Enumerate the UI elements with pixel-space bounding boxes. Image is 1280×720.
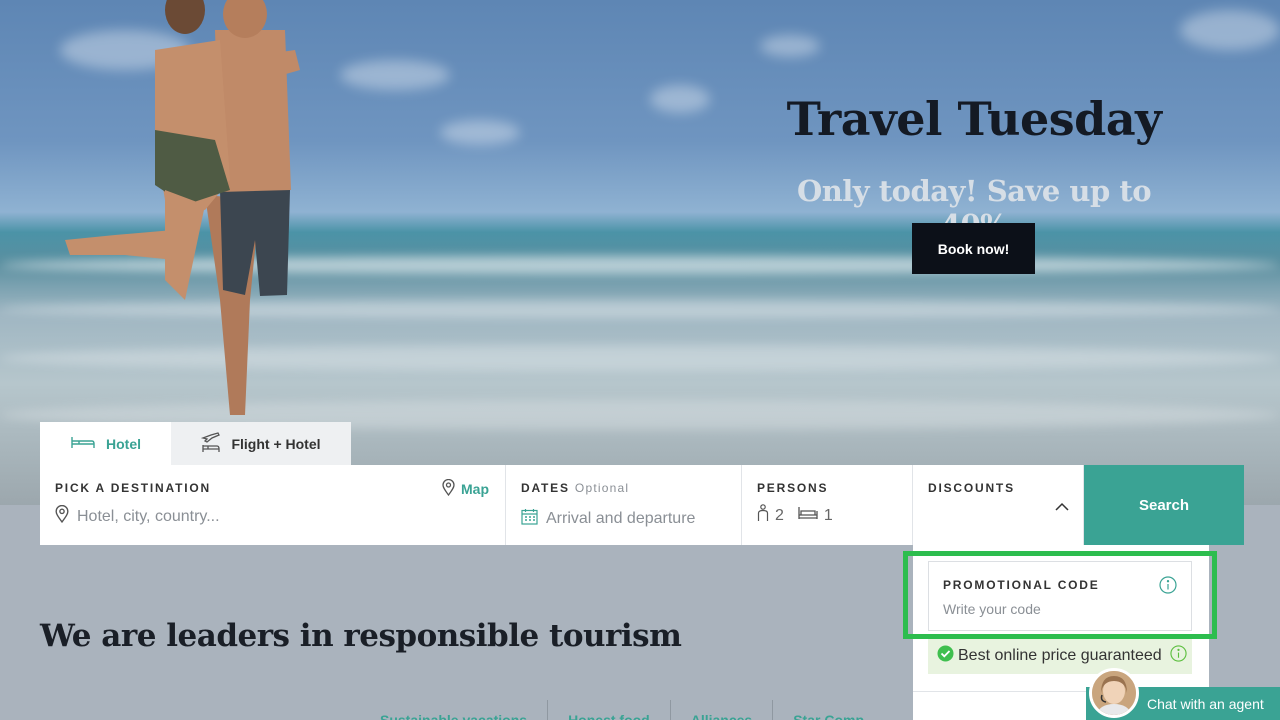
destination-label: PICK A DESTINATION: [55, 481, 211, 495]
book-now-button[interactable]: Book now!: [912, 223, 1035, 274]
couple-photo: [65, 0, 300, 415]
dates-optional: Optional: [574, 481, 630, 495]
tab-hotel[interactable]: Hotel: [40, 422, 171, 465]
hero-title: Travel Tuesday: [786, 92, 1162, 146]
link-sustainable-vacations[interactable]: Sustainable vacations: [360, 700, 547, 720]
link-honest-food[interactable]: Honest food: [547, 700, 670, 720]
section-links: Sustainable vacations Honest food Allian…: [360, 700, 884, 720]
info-icon[interactable]: [1159, 576, 1177, 599]
discounts-field[interactable]: DISCOUNTS: [913, 465, 1084, 545]
persons-label: PERSONS: [757, 481, 829, 495]
destination-field[interactable]: PICK A DESTINATION Map Hotel, city, coun…: [40, 465, 506, 545]
dates-label: DATES Optional: [521, 481, 726, 495]
rooms-count: 1: [823, 506, 833, 524]
person-icon: [757, 504, 769, 527]
map-link[interactable]: Map: [442, 478, 489, 499]
dates-label-text: DATES: [521, 481, 570, 495]
tab-flight-hotel[interactable]: Flight + Hotel: [171, 422, 351, 465]
map-label: Map: [461, 481, 489, 497]
promo-code-input[interactable]: [943, 601, 1143, 617]
link-alliances[interactable]: Alliances: [669, 700, 772, 720]
persons-count: 2: [775, 506, 784, 524]
search-button[interactable]: Search: [1084, 465, 1244, 545]
chat-label: Chat with an agent: [1147, 695, 1264, 712]
price-guarantee-banner: Best online price guaranteed: [928, 638, 1192, 674]
destination-input[interactable]: Hotel, city, country...: [77, 508, 220, 526]
check-circle-icon: [937, 645, 954, 667]
plane-bed-icon: [201, 431, 221, 456]
map-pin-icon: [442, 478, 455, 499]
search-bar: PICK A DESTINATION Map Hotel, city, coun…: [40, 465, 1244, 545]
bed-icon: [70, 435, 96, 452]
tab-flight-hotel-label: Flight + Hotel: [231, 435, 321, 452]
dates-input[interactable]: Arrival and departure: [546, 510, 695, 528]
section-title: We are leaders in responsible tourism: [40, 618, 682, 654]
tab-hotel-label: Hotel: [106, 435, 141, 452]
bed-icon: [798, 506, 818, 525]
promo-code-box: PROMOTIONAL CODE: [928, 561, 1192, 631]
persons-field[interactable]: PERSONS 2 1: [742, 465, 913, 545]
location-pin-icon: [55, 504, 69, 528]
info-icon[interactable]: [1170, 645, 1187, 667]
promo-code-label: PROMOTIONAL CODE: [943, 578, 1100, 592]
dates-field[interactable]: DATES Optional Arrival and departure: [506, 465, 742, 545]
link-star-comp[interactable]: Star Comp: [772, 700, 884, 720]
chevron-up-icon[interactable]: [1055, 498, 1069, 516]
discounts-label: DISCOUNTS: [928, 481, 1015, 495]
agent-avatar[interactable]: [1089, 668, 1139, 718]
calendar-icon: [521, 508, 538, 530]
price-guarantee-text: Best online price guaranteed: [958, 647, 1162, 664]
